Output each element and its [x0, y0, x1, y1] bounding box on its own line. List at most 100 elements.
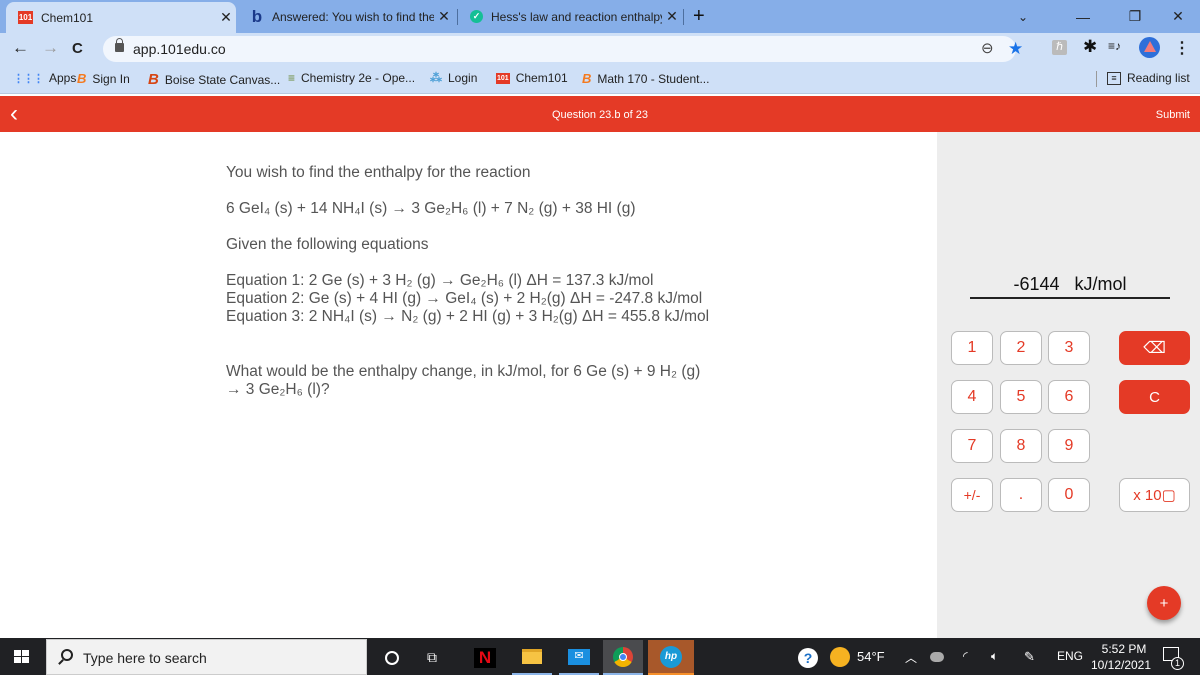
clock-time[interactable]: 5:52 PM [1097, 642, 1151, 656]
login-sparkle-icon: ⁂ [430, 71, 442, 85]
volume-icon[interactable]: 🔈︎ [991, 649, 998, 664]
exponent-button[interactable]: x 10▢ [1119, 478, 1190, 512]
backspace-button[interactable]: ⌫ [1119, 331, 1190, 365]
wifi-icon[interactable]: ◜ [963, 649, 968, 663]
reload-button[interactable]: C [72, 40, 83, 57]
submit-button[interactable]: Submit [1156, 109, 1190, 121]
key-7[interactable]: 7 [951, 429, 993, 463]
reading-list-icon: ≡ [1107, 71, 1121, 85]
show-hidden-icons-icon[interactable]: ︿ [905, 649, 917, 666]
bookmark-apps[interactable]: ⋮⋮⋮ Apps [13, 71, 76, 85]
key-6[interactable]: 6 [1048, 380, 1090, 414]
taskbar-search[interactable]: Type here to search [46, 639, 367, 675]
profile-avatar[interactable] [1139, 37, 1160, 58]
cortana-button[interactable] [372, 640, 412, 675]
search-icon [61, 649, 73, 661]
forward-button[interactable]: → [42, 38, 59, 58]
weather-temperature[interactable]: 54°F [857, 649, 885, 664]
bookmark-star-icon[interactable]: ★ [1008, 39, 1023, 59]
clock-date[interactable]: 10/12/2021 [1089, 658, 1153, 672]
hp-app[interactable]: hp [648, 640, 694, 675]
equation-3: Equation 3: 2 NH₄I (s) → N₂ (g) + 2 HI (… [226, 308, 710, 325]
search-placeholder: Type here to search [83, 650, 207, 666]
chrome-app[interactable] [603, 640, 643, 675]
question-prompt-line-2: → 3 Ge₂H₆ (l)? [226, 381, 330, 398]
chrome-menu-icon[interactable]: ⋮ [1174, 38, 1190, 58]
add-fab-button[interactable]: + [1147, 586, 1181, 620]
extension-h-icon[interactable]: ℏ [1052, 40, 1067, 55]
new-tab-button[interactable]: + [693, 5, 705, 28]
task-view-icon: ⧉ [427, 649, 437, 665]
clear-button[interactable]: C [1119, 380, 1190, 414]
back-button[interactable]: ← [12, 38, 29, 58]
answer-value: -6144 [1013, 274, 1060, 294]
bartleby-b-icon: b [251, 6, 263, 26]
key-9[interactable]: 9 [1048, 429, 1090, 463]
close-tab-icon[interactable]: ✕ [434, 8, 454, 25]
address-bar[interactable]: app.101edu.co ⊖ ★ [103, 36, 1023, 62]
bookmark-sign-in[interactable]: B Sign In [77, 71, 130, 86]
tab-bartleby[interactable]: b Answered: You wish to find the e ✕ [244, 0, 454, 33]
boise-state-b-icon: B [582, 71, 592, 86]
book-stack-icon: ≡ [288, 71, 296, 85]
tab-title: Answered: You wish to find the e [272, 9, 434, 24]
zoom-icon[interactable]: ⊖ [981, 39, 994, 57]
bookmark-divider [1096, 71, 1097, 87]
key-2[interactable]: 2 [1000, 331, 1042, 365]
bookmark-boise-canvas[interactable]: B Boise State Canvas... [148, 71, 280, 88]
bookmark-label: Sign In [92, 71, 130, 86]
chrome-icon [613, 646, 633, 667]
windows-logo-icon [14, 650, 21, 656]
minimize-button[interactable]: — [1060, 0, 1106, 33]
key-decimal[interactable]: . [1000, 478, 1042, 512]
extensions-puzzle-icon[interactable]: ✱ [1083, 37, 1097, 57]
restore-button[interactable]: ❐ [1112, 0, 1158, 33]
browser-toolbar: ← → C app.101edu.co ⊖ ★ ℏ ✱ ≡♪ ⋮ [0, 33, 1200, 64]
bookmark-chemistry-2e[interactable]: ≡ Chemistry 2e - Ope... [288, 71, 415, 85]
reading-list-button[interactable]: ≡ Reading list [1107, 71, 1190, 85]
start-button[interactable] [14, 650, 30, 664]
url-text: app.101edu.co [133, 41, 226, 57]
weather-icon[interactable] [830, 647, 850, 667]
bookmark-math-170[interactable]: B Math 170 - Student... [582, 71, 709, 86]
close-tab-icon[interactable]: ✕ [662, 8, 682, 25]
answer-display[interactable]: -6144 kJ/mol [970, 272, 1170, 299]
equation-2: Equation 2: Ge (s) + 4 HI (g) → GeI₄ (s)… [226, 290, 703, 307]
bookmark-label: Chem101 [515, 71, 568, 85]
key-3[interactable]: 3 [1048, 331, 1090, 365]
language-indicator[interactable]: ENG [1057, 649, 1083, 663]
close-icon: ✕ [1172, 8, 1184, 24]
bookmark-label: Login [448, 71, 478, 85]
media-control-icon[interactable]: ≡♪ [1108, 39, 1121, 53]
cortana-icon [385, 650, 399, 665]
pen-icon[interactable]: ✎ [1024, 649, 1035, 665]
equation-1: Equation 1: 2 Ge (s) + 3 H₂ (g) → Ge₂H₆ … [226, 272, 654, 289]
onedrive-error-icon[interactable] [930, 652, 944, 662]
key-0[interactable]: 0 [1048, 478, 1090, 512]
help-icon: ? [798, 647, 818, 668]
key-1[interactable]: 1 [951, 331, 993, 365]
bookmarks-bar: ⋮⋮⋮ Apps B Sign In B Boise State Canvas.… [0, 64, 1200, 94]
key-4[interactable]: 4 [951, 380, 993, 414]
bookmark-login[interactable]: ⁂ Login [430, 71, 477, 85]
close-window-button[interactable]: ✕ [1155, 0, 1200, 33]
key-plus-minus[interactable]: +/- [951, 478, 993, 512]
mail-app[interactable]: ✉ [559, 640, 599, 675]
key-5[interactable]: 5 [1000, 380, 1042, 414]
restore-icon: ❐ [1128, 8, 1142, 24]
question-prompt-line-1: What would be the enthalpy change, in kJ… [226, 363, 701, 380]
chevron-down-icon: ⌄ [1017, 9, 1029, 24]
tab-chem101[interactable]: 101 Chem101 ✕ [6, 2, 236, 33]
tab-khan-academy[interactable]: ✓ Hess's law and reaction enthalpy ✕ [466, 0, 682, 33]
key-8[interactable]: 8 [1000, 429, 1042, 463]
netflix-app[interactable]: N [465, 640, 505, 675]
tab-separator [457, 9, 458, 25]
close-tab-icon[interactable]: ✕ [216, 9, 236, 26]
file-explorer-app[interactable] [512, 640, 552, 675]
tab-search-button[interactable]: ⌄ [1000, 0, 1046, 33]
task-view-button[interactable]: ⧉ [412, 640, 452, 675]
mail-icon: ✉ [568, 648, 590, 665]
bookmark-chem101[interactable]: 101 Chem101 [496, 71, 568, 85]
calculator-panel: -6144 kJ/mol 1 2 3 ⌫ 4 5 6 C 7 8 9 +/- .… [937, 132, 1200, 638]
help-app[interactable]: ? [788, 640, 828, 675]
